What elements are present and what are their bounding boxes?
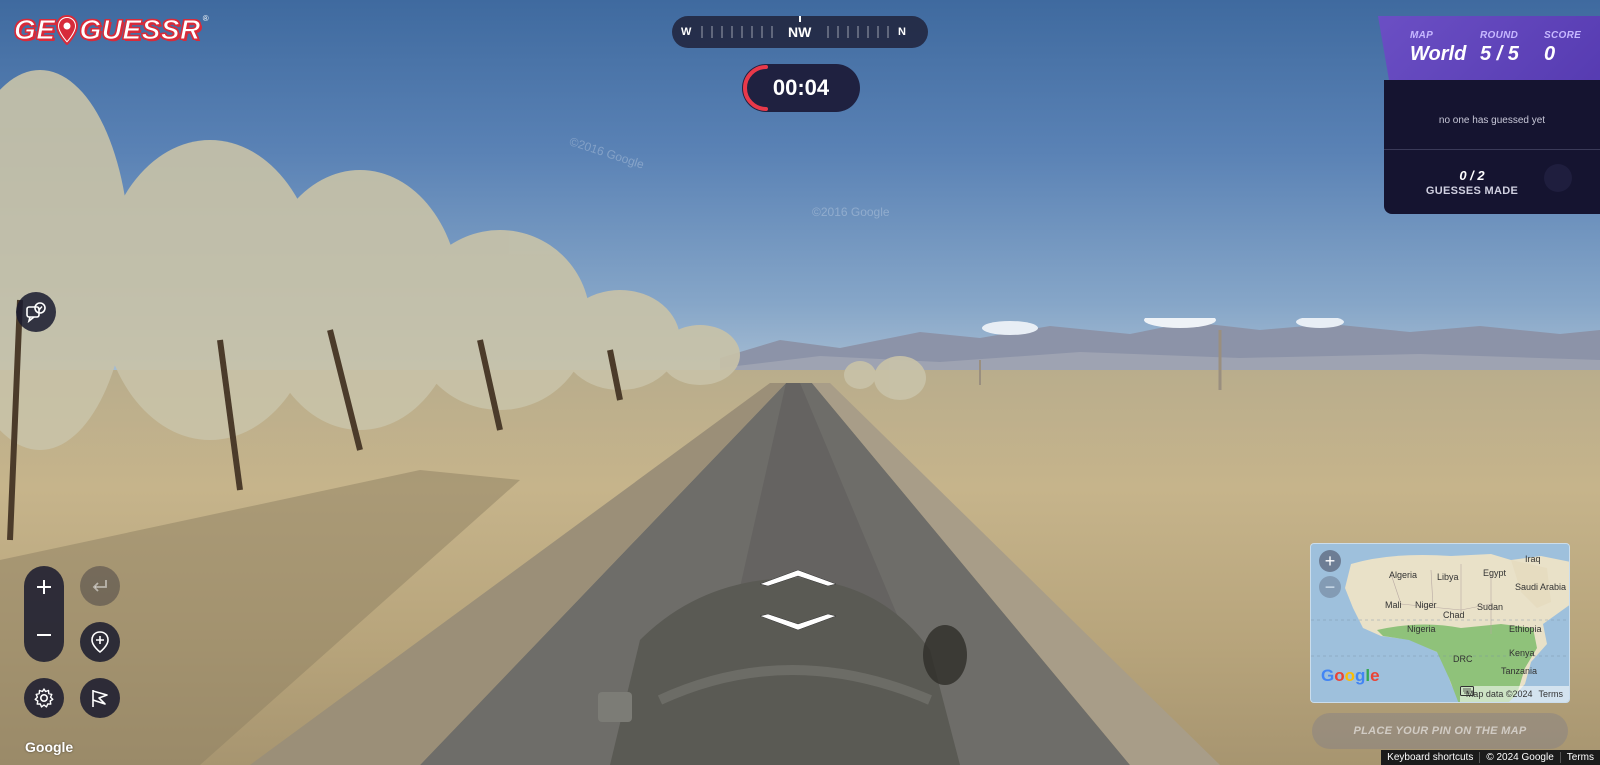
terms-link[interactable]: Terms [1559,752,1600,763]
map-label-ethiopia: Ethiopia [1509,624,1542,634]
map-label-kenya: Kenya [1509,648,1535,658]
keyboard-shortcuts-link[interactable]: Keyboard shortcuts [1381,752,1479,763]
map-label-algeria: Algeria [1389,570,1418,580]
timer-value: 00:04 [772,75,830,100]
map-footer: Map data ©2024 Terms [1459,686,1569,702]
map-label-egypt: Egypt [1483,568,1507,578]
logo-text-right: GUESSR [79,14,201,46]
map-label-chad: Chad [1443,610,1465,620]
zoom-in-icon [37,580,51,594]
round-value: 5 / 5 [1480,43,1519,65]
player-avatar [1544,164,1572,192]
score-label: SCORE [1544,30,1582,41]
compass: W NW N [672,16,928,48]
movement-arrows[interactable] [756,566,840,636]
flag-icon [92,690,108,707]
zoom-controls [24,566,64,662]
map-label-saudi-arabia: Saudi Arabia [1515,582,1567,592]
round-label: ROUND [1480,30,1519,41]
chat-button[interactable] [16,292,56,332]
round-timer: 00:04 [742,64,860,112]
guesses-count: 0 / 2 [1459,167,1485,183]
map-terms-link[interactable]: Terms [1539,689,1564,699]
zoom-out-icon [37,634,51,636]
map-label-drc: DRC [1453,654,1473,664]
chat-icon [26,302,46,323]
undo-icon [92,580,107,592]
compass-heading: NW [788,24,812,40]
report-flag-button[interactable] [80,678,120,718]
map-stat: MAP World [1410,30,1466,66]
map-label-sudan: Sudan [1477,602,1504,612]
add-pin-icon [91,631,109,653]
score-value: 0 [1544,43,1556,65]
map-label-libya: Libya [1437,572,1459,582]
map-label: MAP [1410,30,1434,41]
google-logo: Google [25,739,74,755]
arrow-down-icon[interactable] [759,613,837,631]
map-label-niger: Niger [1415,600,1437,610]
keyboard-icon[interactable] [1459,686,1474,696]
map-google-logo: Google [1321,666,1380,685]
place-pin-button[interactable]: PLACE YOUR PIN ON THE MAP [1312,713,1568,749]
map-label-iraq: Iraq [1525,554,1541,564]
geoguessr-logo[interactable]: GE GUESSR ® [13,13,209,46]
game-status-bar: MAP World ROUND 5 / 5 SCORE 0 [1378,16,1600,86]
watermark: ©2016 Google [812,205,890,219]
logo-registered: ® [202,13,209,23]
compass-west: W [681,26,692,38]
zoom-in-button[interactable] [36,566,52,614]
round-stat: ROUND 5 / 5 [1480,30,1519,66]
logo-text-left: GE [13,14,56,46]
guess-panel: no one has guessed yet 0 / 2 GUESSES MAD… [1384,80,1600,214]
map-value: World [1410,43,1467,65]
map-label-tanzania: Tanzania [1501,666,1538,676]
logo-pin-icon [56,15,79,45]
score-stat: SCORE 0 [1544,30,1581,66]
guess-message: no one has guessed yet [1384,80,1600,150]
map-zoom-out-button[interactable]: − [1319,576,1341,598]
settings-icon [34,688,54,708]
map-zoom-in-button[interactable]: + [1319,550,1341,572]
guesses-label: GUESSES MADE [1425,184,1519,197]
zoom-out-button[interactable] [36,614,52,662]
copyright-text: © 2024 Google [1479,752,1559,763]
checkpoint-button[interactable] [80,622,120,662]
compass-north: N [898,26,906,38]
map-label-nigeria: Nigeria [1407,624,1436,634]
arrow-up-icon[interactable] [759,569,837,587]
return-to-start-button[interactable] [80,566,120,606]
map-data-credit: Map data ©2024 [1465,689,1533,699]
map-label-mali: Mali [1385,600,1402,610]
attribution-bar: Keyboard shortcuts © 2024 Google Terms [1381,750,1600,765]
settings-button[interactable] [24,678,64,718]
guess-map[interactable]: Algeria Libya Egypt Iraq Saudi Arabia Ma… [1310,543,1570,703]
